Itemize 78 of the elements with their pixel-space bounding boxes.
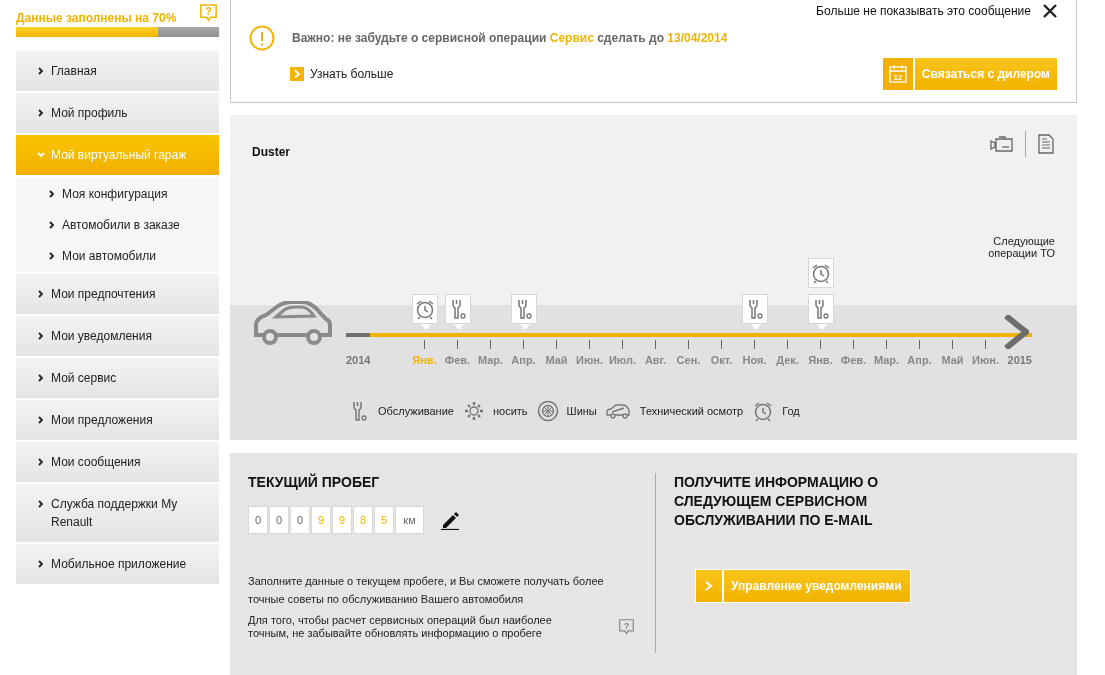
month-label: Фев.: [840, 354, 867, 366]
odometer-digit: 0: [248, 506, 268, 534]
month-label: Окт.: [710, 354, 733, 366]
chevron-icon: [37, 500, 45, 508]
menu-item[interactable]: Мои предпочтения: [16, 274, 219, 316]
menu-item[interactable]: Мои уведомления: [16, 316, 219, 358]
month-label: Мар.: [873, 354, 900, 366]
odometer-digit: 0: [269, 506, 289, 534]
profile-progress-label: Данные заполнены на 70%: [16, 11, 177, 26]
menu-item[interactable]: Мои сообщения: [16, 442, 219, 484]
month-label: Фев.: [444, 354, 471, 366]
menu-item[interactable]: Главная: [16, 51, 219, 93]
legend-label: Шины: [566, 405, 597, 417]
menu-item[interactable]: Служба поддержки My Renault: [16, 484, 219, 544]
chevron-icon: [37, 332, 45, 340]
chevron-icon: [37, 67, 45, 75]
chevron-icon: [37, 151, 45, 159]
event-marker[interactable]: [807, 258, 834, 288]
edit-icon[interactable]: [440, 510, 460, 530]
chevron-icon: [48, 251, 56, 260]
submenu-item[interactable]: Мои автомобили: [16, 240, 219, 271]
month-label: Июл.: [608, 354, 637, 366]
close-icon[interactable]: [1043, 4, 1057, 18]
learn-more-link[interactable]: Узнать больше: [290, 67, 394, 81]
month-label: Янв.: [412, 354, 437, 366]
month-label: Мар.: [477, 354, 504, 366]
month-label: Апр.: [907, 354, 932, 366]
month-label: Сен.: [676, 354, 701, 366]
odometer-digit: 8: [353, 506, 373, 534]
mileage-title: ТЕКУЩИЙ ПРОБЕГ: [248, 473, 381, 492]
submenu-item[interactable]: Автомобили в заказе: [16, 209, 219, 240]
legend-label: Технический осмотр: [639, 405, 744, 417]
month-label: Май: [941, 354, 964, 366]
legend-label: Год: [782, 405, 800, 417]
chevron-icon: [37, 290, 45, 298]
month-label: Май: [545, 354, 568, 366]
menu-item[interactable]: Мой сервис: [16, 358, 219, 400]
month-label: Дек.: [776, 354, 799, 366]
chevron-icon: [37, 109, 45, 117]
next-chevron-icon[interactable]: [1003, 315, 1029, 349]
month-label: Янв.: [808, 354, 833, 366]
alert-message: Важно: не забудьте о сервисной операции Сервис сделать до 13/04/2014: [292, 31, 728, 45]
chevron-square-icon: [290, 67, 304, 81]
odometer-digit: 5: [374, 506, 394, 534]
mileage-reminder: Для того, чтобы расчет сервисных операций был наиболее точным, не забывайте обновлять информацию о пробеге: [248, 614, 553, 640]
submenu-item[interactable]: Моя конфигурация: [16, 178, 219, 209]
dismiss-text[interactable]: Больше не показывать это сообщение: [816, 4, 1031, 18]
legend-label: Обслуживание: [378, 405, 454, 417]
odometer-digit: 9: [311, 506, 331, 534]
document-icon[interactable]: [1037, 134, 1055, 154]
menu-item[interactable]: Мои предложения: [16, 400, 219, 442]
menu-item[interactable]: Мой профиль: [16, 93, 219, 135]
month-label: Июн.: [576, 354, 603, 366]
chevron-icon: [37, 416, 45, 424]
year-label: 2014: [346, 353, 372, 366]
month-label: Июн.: [972, 354, 999, 366]
chevron-icon: [37, 374, 45, 382]
year-label: 2015: [1006, 353, 1032, 366]
odometer-digit: 9: [332, 506, 352, 534]
odometer-digit: 0: [290, 506, 310, 534]
next-operations-label: Следующие операции ТО: [987, 235, 1055, 261]
chevron-icon: [48, 220, 56, 229]
email-info-title: ПОЛУЧИТЕ ИНФОРМАЦИЮ О СЛЕДУЮЩЕМ СЕРВИСНОМ ОБСЛУЖИВАНИИ ПО E-MAIL: [674, 473, 880, 530]
info-icon: [249, 25, 275, 51]
camera-icon[interactable]: [990, 135, 1014, 153]
chevron-icon: [37, 560, 45, 568]
chevron-icon: [37, 458, 45, 466]
month-label: Авг.: [644, 354, 667, 366]
menu-item[interactable]: Мобильное приложение: [16, 544, 219, 586]
chevron-icon: [48, 189, 56, 198]
calendar-icon: 12: [882, 58, 915, 90]
month-label: Апр.: [511, 354, 536, 366]
car-name: Duster: [252, 145, 290, 159]
unit-label: км: [395, 506, 424, 534]
mileage-hint: Заполните данные о текущем пробеге, и Вы сможете получать более точные советы по обслуживанию Вашего автомобиля: [248, 574, 605, 607]
month-label: Ноя.: [742, 354, 767, 366]
legend-label: носить: [492, 405, 528, 417]
car-icon: [252, 301, 332, 347]
